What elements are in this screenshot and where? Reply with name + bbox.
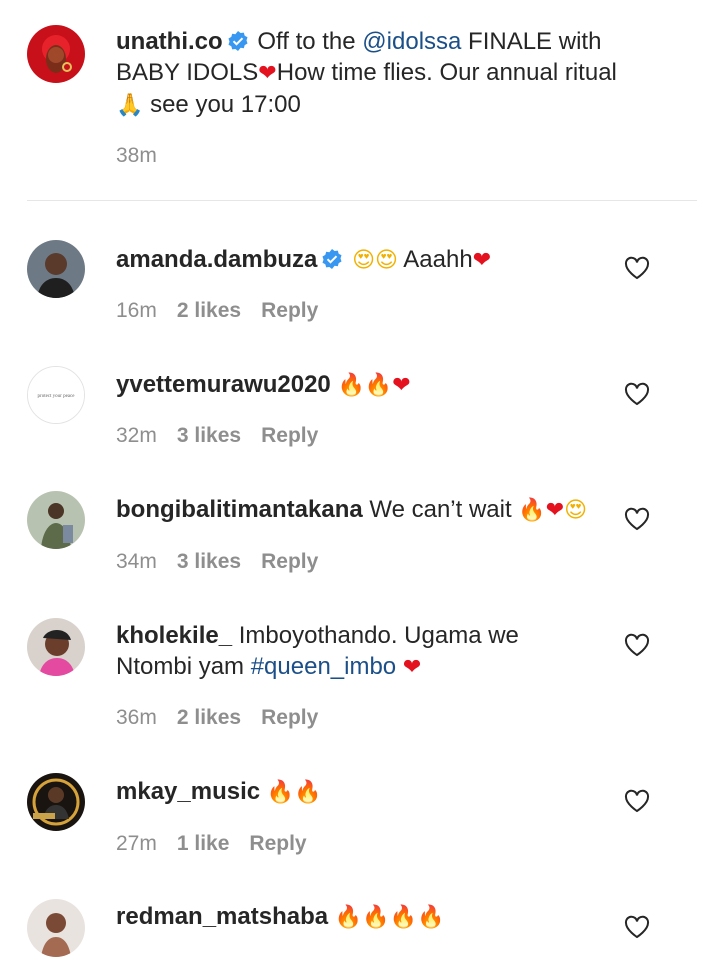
comment-avatar[interactable] xyxy=(27,618,85,676)
verified-badge-icon xyxy=(321,247,343,269)
caption-username[interactable]: unathi.co xyxy=(116,28,223,55)
fire-emoji: 🔥 xyxy=(518,498,546,523)
comment-time: 16m xyxy=(116,299,157,322)
caption-meta: 38m xyxy=(116,144,177,168)
caption-line3: see you 17:00 xyxy=(143,91,301,118)
comment-avatar[interactable] xyxy=(27,773,85,831)
heart-outline-icon[interactable] xyxy=(624,789,652,815)
heart-emoji: ❤ xyxy=(545,498,565,523)
comment-username[interactable]: kholekile_ xyxy=(116,622,232,649)
heart-outline-icon[interactable] xyxy=(624,633,652,659)
comment-time: 34m xyxy=(116,550,157,573)
heart-emoji: ❤ xyxy=(402,655,422,680)
reply-button[interactable]: Reply xyxy=(261,424,318,447)
likes-count[interactable]: 2 likes xyxy=(177,706,241,729)
caption-avatar[interactable] xyxy=(27,25,85,83)
pray-emoji: 🙏 xyxy=(116,93,144,118)
likes-count[interactable]: 2 likes xyxy=(177,299,241,322)
reply-button[interactable]: Reply xyxy=(261,706,318,729)
comment-avatar[interactable]: protect your peace xyxy=(27,366,85,424)
comment-body: We can’t wait xyxy=(369,496,512,523)
comment-meta: 27m 1 like Reply xyxy=(116,832,327,856)
comment-text: kholekile_ Imboyothando. Ugama we Ntombi… xyxy=(116,620,519,683)
comment-text: mkay_music 🔥🔥 xyxy=(116,776,322,808)
likes-count[interactable]: 1 like xyxy=(177,832,230,855)
divider xyxy=(27,200,697,201)
comment-body: Imboyothando. Ugama we xyxy=(238,622,519,649)
fire-emoji: 🔥 xyxy=(337,373,365,398)
heart-outline-icon[interactable] xyxy=(624,507,652,533)
heart-outline-icon[interactable] xyxy=(624,382,652,408)
caption-line2: BABY IDOLS xyxy=(116,59,259,86)
comment-username[interactable]: bongibalitimantakana xyxy=(116,496,363,523)
fire-emoji: 🔥 xyxy=(334,905,363,930)
reply-button[interactable]: Reply xyxy=(261,550,318,573)
fire-emoji: 🔥 xyxy=(266,780,295,805)
comment-meta: 32m 3 likes Reply xyxy=(116,424,338,448)
fire-emoji: 🔥 xyxy=(364,373,393,398)
avatar-caption: protect your peace xyxy=(38,394,76,399)
comment-avatar[interactable] xyxy=(27,491,85,549)
comment-username[interactable]: mkay_music xyxy=(116,778,260,805)
reply-button[interactable]: Reply xyxy=(249,832,306,855)
comment-text: amanda.dambuza 😍😍 Aaahh❤ xyxy=(116,244,491,276)
reply-button[interactable]: Reply xyxy=(261,299,318,322)
fire-emoji: 🔥 xyxy=(294,780,322,805)
comment-body: Aaahh xyxy=(403,246,473,273)
fire-emoji: 🔥 xyxy=(416,905,445,930)
hashtag-link[interactable]: #queen_imbo xyxy=(251,653,396,680)
comment-avatar[interactable] xyxy=(27,240,85,298)
caption-text-pre: Off to the xyxy=(257,28,363,55)
comment-meta: 36m 2 likes Reply xyxy=(116,706,338,730)
comment-username[interactable]: redman_matshaba xyxy=(116,903,328,930)
comment-text: bongibalitimantakana We can’t wait 🔥❤😍 xyxy=(116,494,587,526)
comment-meta: 34m 3 likes Reply xyxy=(116,550,338,574)
comment-username[interactable]: yvettemurawu2020 xyxy=(116,371,331,398)
fire-emoji: 🔥 xyxy=(362,905,390,930)
smile-emoji: 😍 xyxy=(564,498,588,523)
heart-outline-icon[interactable] xyxy=(624,256,652,282)
comment-body-line2: Ntombi yam xyxy=(116,653,251,680)
caption-mention[interactable]: @idolssa xyxy=(362,28,461,55)
caption-line2b: How time flies. Our annual ritual xyxy=(276,59,617,86)
likes-count[interactable]: 3 likes xyxy=(177,424,241,447)
caption-time: 38m xyxy=(116,144,157,167)
comment-time: 36m xyxy=(116,706,157,729)
fire-emoji: 🔥 xyxy=(389,905,417,930)
heart-emoji: ❤ xyxy=(258,61,277,86)
likes-count[interactable]: 3 likes xyxy=(177,550,241,573)
caption-text: unathi.co Off to the @idolssa FINALE wit… xyxy=(116,26,676,121)
heart-outline-icon[interactable] xyxy=(624,915,652,941)
verified-badge-icon xyxy=(227,29,249,51)
comment-username[interactable]: amanda.dambuza xyxy=(116,246,317,273)
smile-emoji: 😍 xyxy=(352,248,375,273)
comment-time: 27m xyxy=(116,832,157,855)
heart-emoji: ❤ xyxy=(392,373,411,398)
smile-emoji: 😍 xyxy=(375,248,398,273)
comment-avatar[interactable] xyxy=(27,899,85,957)
comment-meta: 16m 2 likes Reply xyxy=(116,299,338,323)
heart-emoji: ❤ xyxy=(472,248,492,273)
caption-text-post: FINALE with xyxy=(461,28,602,55)
comment-text: redman_matshaba 🔥🔥🔥🔥 xyxy=(116,901,444,933)
comment-text: yvettemurawu2020 🔥🔥❤ xyxy=(116,369,411,401)
comment-time: 32m xyxy=(116,424,157,447)
